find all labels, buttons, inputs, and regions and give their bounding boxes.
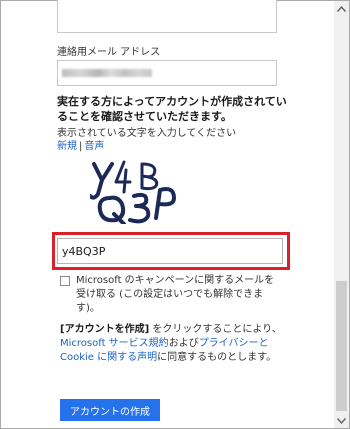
chevron-down-icon[interactable] — [334, 413, 349, 428]
legal-notice: [アカウントを作成] をクリックすることにより、 Microsoft サービス規約… — [60, 323, 284, 365]
vertical-scrollbar[interactable] — [334, 1, 349, 428]
optin-checkbox[interactable] — [60, 276, 70, 286]
captcha-input[interactable]: y4BQ3P — [57, 238, 283, 264]
redacted-email-value — [62, 69, 152, 77]
terms-of-service-link[interactable]: Microsoft サービス規約 — [60, 338, 169, 349]
legal-button-reference: [アカウントを作成] — [60, 324, 150, 335]
create-account-button[interactable]: アカウントの作成 — [60, 399, 160, 421]
optin-label: Microsoft のキャンペーンに関するメールを受け取る (この設定はいつでも… — [76, 275, 275, 314]
captcha-audio-link[interactable]: 音声 — [84, 141, 104, 152]
email-field[interactable] — [57, 60, 277, 86]
captcha-link-separator: | — [79, 141, 83, 152]
previous-field-input[interactable] — [57, 0, 277, 33]
legal-text-part1: をクリックすることにより、 — [149, 324, 282, 335]
legal-text-part3: に同意するものとします。 — [157, 352, 277, 363]
captcha-links: 新規 | 音声 — [57, 137, 104, 152]
scrollbar-thumb[interactable] — [336, 281, 347, 411]
captcha-new-link[interactable]: 新規 — [57, 141, 77, 152]
email-label: 連絡用メール アドレス — [57, 47, 161, 58]
chevron-up-icon[interactable] — [334, 1, 349, 16]
human-verification-note: 実在する方によってアカウントが作成されていることを確認させていただきます。 — [57, 95, 287, 123]
captcha-image — [90, 160, 176, 224]
legal-text-part2: および — [168, 338, 199, 349]
